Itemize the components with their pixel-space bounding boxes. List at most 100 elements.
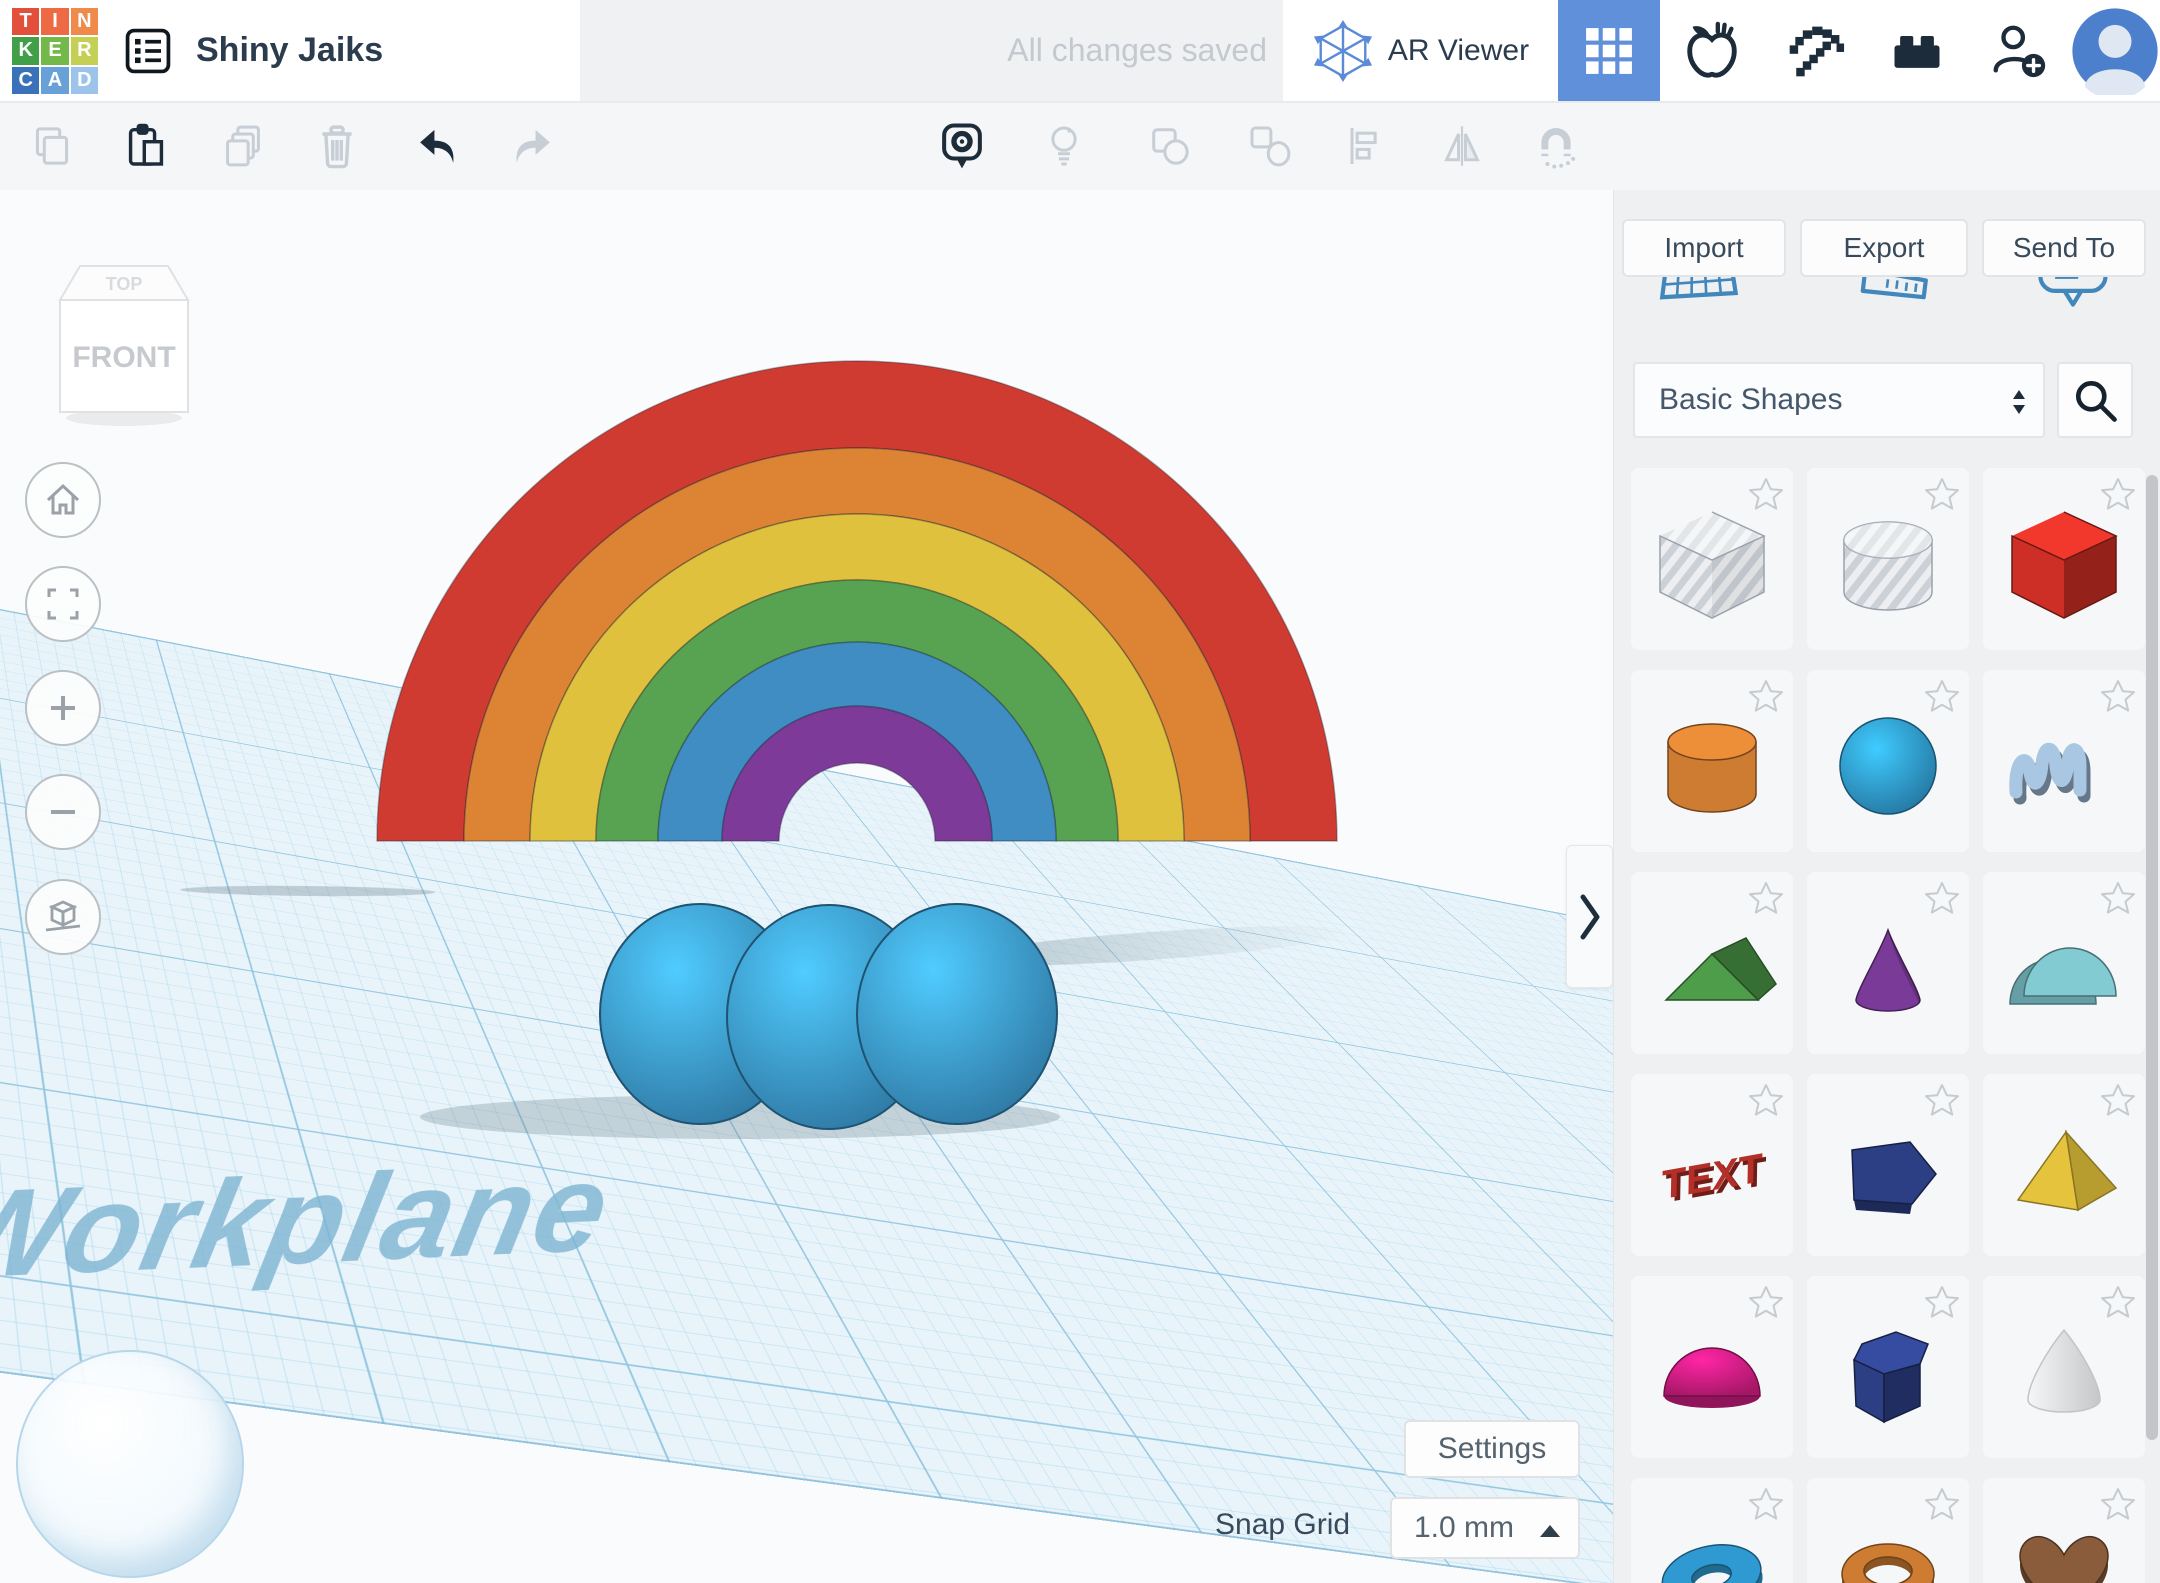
caret-up-icon [1540, 1525, 1560, 1537]
shape-tile-cylinder[interactable] [1631, 670, 1793, 852]
app-header: TIN KER CAD Shiny Jaiks All changes saved [0, 0, 2160, 103]
zoom-in-button[interactable] [25, 670, 101, 746]
rainbow-object[interactable] [370, 345, 1345, 845]
scribble-shape-icon [1994, 694, 2134, 834]
shape-tile-torus[interactable] [1631, 1478, 1793, 1583]
list-icon [122, 25, 174, 77]
sphere-objects[interactable] [597, 902, 1063, 1130]
torus-shape-icon [1642, 1502, 1782, 1583]
copy-button[interactable] [28, 122, 76, 170]
view-cube[interactable]: TOP FRONT [48, 252, 200, 430]
show-all-button[interactable] [1040, 122, 1088, 170]
home-icon [41, 478, 85, 522]
snap-grid-select[interactable]: 1.0 mm [1390, 1497, 1580, 1559]
paste-icon [122, 122, 170, 170]
shape-tile-heart[interactable] [1983, 1478, 2145, 1583]
paste-button[interactable] [122, 122, 170, 170]
cylinder-hole-shape-icon [1818, 492, 1958, 632]
design-menu-button[interactable] [122, 25, 174, 77]
shape-tile-polygon[interactable] [1807, 1074, 1969, 1256]
shape-category-value: Basic Shapes [1659, 383, 1842, 417]
shape-tile-paraboloid[interactable] [1983, 1276, 2145, 1458]
mirror-button[interactable] [1438, 122, 1486, 170]
edit-toolbar: Import Export Send To [0, 101, 2160, 190]
shape-tile-cone[interactable] [1807, 872, 1969, 1054]
view-cube-top-label: TOP [106, 274, 143, 294]
half-sphere-shape-icon [1642, 1300, 1782, 1440]
bricks-export-button[interactable] [1866, 0, 1967, 101]
shape-tile-round-roof[interactable] [1983, 872, 2145, 1054]
logo-cell-D: D [71, 67, 98, 94]
perspective-toggle-button[interactable] [25, 879, 101, 955]
duplicate-button[interactable] [219, 122, 267, 170]
plus-icon [41, 686, 85, 730]
pyramid-shape-icon [1994, 1098, 2134, 1238]
align-button[interactable] [1340, 122, 1388, 170]
send-to-button[interactable]: Send To [1982, 219, 2146, 277]
logo-cell-C: C [12, 67, 39, 94]
logo-cell-K: K [12, 37, 39, 64]
box-shape-icon [1994, 492, 2134, 632]
export-button[interactable]: Export [1800, 219, 1968, 277]
chevron-right-icon [1577, 889, 1603, 945]
shape-tile-tube[interactable] [1807, 1478, 1969, 1583]
group-button[interactable] [1146, 122, 1194, 170]
shape-tile-cylinder-hole[interactable] [1807, 468, 1969, 650]
delete-button[interactable] [313, 122, 361, 170]
zoom-out-button[interactable] [25, 774, 101, 850]
tinkercad-logo[interactable]: TIN KER CAD [12, 8, 98, 94]
avatar-icon [2071, 7, 2159, 95]
align-icon [1340, 122, 1388, 170]
snap-grid-label: Snap Grid [1215, 1508, 1350, 1542]
save-status-block: All changes saved [580, 0, 1283, 101]
workplane-magnet-button[interactable] [1532, 122, 1580, 170]
show-hide-button[interactable] [937, 121, 987, 171]
text-shape-icon: TEXT TEXT [1642, 1098, 1782, 1238]
ungroup-button[interactable] [1246, 122, 1294, 170]
sim-lab-button[interactable] [1660, 0, 1764, 101]
minecraft-export-button[interactable] [1764, 0, 1866, 101]
bubble-object[interactable] [16, 1350, 244, 1578]
shape-tile-sphere[interactable] [1807, 670, 1969, 852]
save-status-text: All changes saved [1007, 32, 1267, 69]
svg-text:TEXT: TEXT [1658, 1146, 1770, 1208]
sphere-object-2[interactable] [857, 904, 1057, 1124]
minus-icon [41, 790, 85, 834]
design-title[interactable]: Shiny Jaiks [196, 0, 383, 101]
tube-shape-icon [1818, 1502, 1958, 1583]
scrollbar-thumb[interactable] [2146, 475, 2158, 1440]
ar-cube-icon [1312, 20, 1374, 82]
account-avatar[interactable] [2070, 0, 2160, 101]
undo-icon [413, 121, 463, 171]
redo-icon [507, 121, 557, 171]
ar-viewer-button[interactable]: AR Viewer [1285, 0, 1556, 101]
fit-view-button[interactable] [25, 566, 101, 642]
shape-tile-box[interactable] [1983, 468, 2145, 650]
search-button[interactable] [2057, 362, 2133, 438]
undo-button[interactable] [413, 121, 463, 171]
logo-cell-A: A [41, 67, 68, 94]
shape-tile-half-sphere[interactable] [1631, 1276, 1793, 1458]
redo-button[interactable] [507, 121, 557, 171]
home-view-button[interactable] [25, 462, 101, 538]
canvas-viewport[interactable]: Workplane TOP FRONT Settings Snap Grid 1… [0, 190, 1613, 1583]
settings-button[interactable]: Settings [1404, 1420, 1580, 1478]
shape-tile-pyramid[interactable] [1983, 1074, 2145, 1256]
shape-tile-box-hole[interactable] [1631, 468, 1793, 650]
invite-button[interactable] [1967, 0, 2070, 101]
trash-icon [313, 122, 361, 170]
shape-category-select[interactable]: Basic Shapes [1633, 362, 2045, 438]
shape-tile-text[interactable]: TEXT TEXT [1631, 1074, 1793, 1256]
paraboloid-shape-icon [1994, 1300, 2134, 1440]
shape-tile-roof[interactable] [1631, 872, 1793, 1054]
blocks-view-button[interactable] [1558, 0, 1660, 101]
import-button[interactable]: Import [1622, 219, 1786, 277]
group-icon [1146, 122, 1194, 170]
shape-tile-hex-prism[interactable] [1807, 1276, 1969, 1458]
shape-tile-scribble[interactable] [1983, 670, 2145, 852]
logo-cell-T: T [12, 8, 39, 35]
snap-grid-value: 1.0 mm [1414, 1511, 1514, 1545]
shapes-panel: Basic Shapes TEXT TEXT [1613, 190, 2160, 1583]
collapse-panel-tab[interactable] [1566, 845, 1613, 988]
search-icon [2069, 374, 2121, 426]
